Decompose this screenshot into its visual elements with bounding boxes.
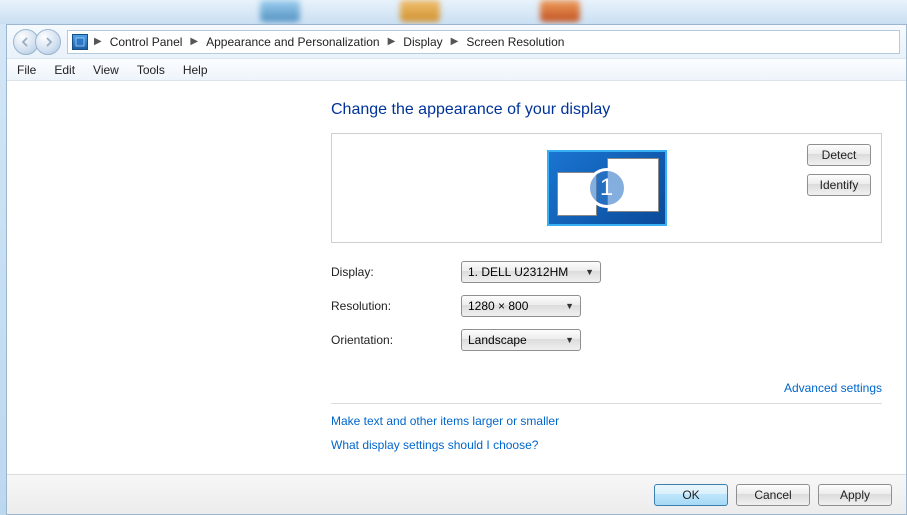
chevron-right-icon: ▶ — [388, 36, 396, 47]
chevron-right-icon: ▶ — [94, 36, 102, 47]
detect-button[interactable]: Detect — [807, 144, 871, 166]
menu-tools[interactable]: Tools — [137, 63, 165, 77]
orientation-label: Orientation: — [331, 333, 461, 347]
menu-view[interactable]: View — [93, 63, 119, 77]
chevron-right-icon: ▶ — [190, 36, 198, 47]
monitor-preview-box: 1 Detect Identify — [331, 133, 882, 243]
larger-text-link[interactable]: Make text and other items larger or smal… — [331, 414, 882, 428]
display-value: 1. DELL U2312HM — [468, 265, 568, 279]
breadcrumb-item-screen-resolution[interactable]: Screen Resolution — [464, 35, 566, 49]
breadcrumb-item-display[interactable]: Display — [401, 35, 444, 49]
breadcrumb-item-control-panel[interactable]: Control Panel — [108, 35, 185, 49]
identify-button[interactable]: Identify — [807, 174, 871, 196]
menu-bar: File Edit View Tools Help — [7, 59, 906, 81]
menu-edit[interactable]: Edit — [54, 63, 75, 77]
monitor-thumbnail[interactable]: 1 — [547, 150, 667, 226]
monitor-number-badge: 1 — [587, 168, 627, 208]
advanced-settings-link[interactable]: Advanced settings — [784, 381, 882, 395]
which-settings-link[interactable]: What display settings should I choose? — [331, 438, 882, 452]
ok-button[interactable]: OK — [654, 484, 728, 506]
content-area: Change the appearance of your display 1 … — [7, 81, 906, 474]
menu-help[interactable]: Help — [183, 63, 208, 77]
chevron-down-icon: ▼ — [565, 301, 574, 311]
settings-form: Display: 1. DELL U2312HM ▼ Resolution: 1… — [331, 261, 882, 351]
control-panel-icon — [72, 34, 88, 50]
apply-button[interactable]: Apply — [818, 484, 892, 506]
background-taskbar — [0, 0, 907, 24]
explorer-window: ▶ Control Panel ▶ Appearance and Persona… — [6, 24, 907, 515]
page-title: Change the appearance of your display — [331, 101, 882, 119]
resolution-value: 1280 × 800 — [468, 299, 528, 313]
menu-file[interactable]: File — [17, 63, 36, 77]
resolution-dropdown[interactable]: 1280 × 800 ▼ — [461, 295, 581, 317]
display-dropdown[interactable]: 1. DELL U2312HM ▼ — [461, 261, 601, 283]
chevron-down-icon: ▼ — [565, 335, 574, 345]
main-pane: Change the appearance of your display 1 … — [7, 81, 906, 474]
address-bar-row: ▶ Control Panel ▶ Appearance and Persona… — [7, 25, 906, 59]
chevron-right-icon: ▶ — [451, 36, 459, 47]
chevron-down-icon: ▼ — [585, 267, 594, 277]
display-label: Display: — [331, 265, 461, 279]
orientation-dropdown[interactable]: Landscape ▼ — [461, 329, 581, 351]
forward-button[interactable] — [35, 29, 61, 55]
orientation-value: Landscape — [468, 333, 527, 347]
cancel-button[interactable]: Cancel — [736, 484, 810, 506]
nav-buttons — [13, 29, 61, 55]
breadcrumb[interactable]: ▶ Control Panel ▶ Appearance and Persona… — [67, 30, 900, 54]
breadcrumb-item-appearance[interactable]: Appearance and Personalization — [204, 35, 381, 49]
resolution-label: Resolution: — [331, 299, 461, 313]
divider — [331, 403, 882, 404]
footer-button-row: OK Cancel Apply — [7, 474, 906, 514]
